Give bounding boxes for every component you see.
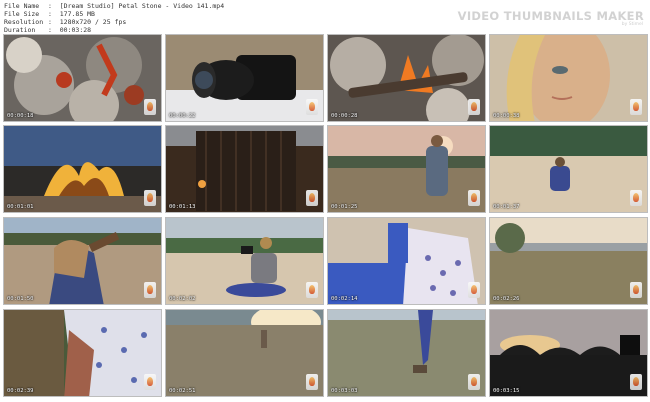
thumbnail-image <box>4 218 161 304</box>
timestamp: 00:02:39 <box>7 388 34 394</box>
channel-logo-icon <box>630 374 642 390</box>
thumbnail-image <box>328 126 485 212</box>
thumbnail: 00:01:13 <box>165 125 324 213</box>
channel-logo-icon <box>630 282 642 298</box>
resolution-row: Resolution: 1280x720 / 25 fps <box>4 18 127 26</box>
timestamp: 00:02:51 <box>169 388 196 394</box>
timestamp: 00:01:25 <box>331 204 358 210</box>
thumbnail: 00:00:22 <box>165 34 324 122</box>
channel-logo-icon <box>144 99 156 115</box>
timestamp: 00:00:18 <box>7 113 34 119</box>
thumbnail: 00:01:50 <box>3 217 162 305</box>
channel-logo-icon <box>468 374 480 390</box>
timestamp: 00:02:26 <box>493 296 520 302</box>
timestamp: 00:01:50 <box>7 296 34 302</box>
file-size-row: File Size: 177.85 MB <box>4 10 95 18</box>
thumbnail: 00:01:37 <box>489 125 648 213</box>
channel-logo-icon <box>306 282 318 298</box>
channel-logo-icon <box>306 99 318 115</box>
thumbnail: 00:02:51 <box>165 309 324 397</box>
timestamp: 00:01:01 <box>7 204 34 210</box>
timestamp: 00:01:13 <box>169 204 196 210</box>
thumbnail: 00:02:39 <box>3 309 162 397</box>
thumbnail: 00:02:02 <box>165 217 324 305</box>
thumbnail: 00:02:26 <box>489 217 648 305</box>
thumbnail-image <box>490 218 647 304</box>
thumbnail: 00:00:18 <box>3 34 162 122</box>
thumbnail-image <box>490 35 647 121</box>
thumbnail: 00:01:25 <box>327 125 486 213</box>
channel-logo-icon <box>144 374 156 390</box>
timestamp: 00:00:28 <box>331 113 358 119</box>
channel-logo-icon <box>144 190 156 206</box>
duration-row: Duration: 00:03:28 <box>4 26 92 34</box>
thumbnail: 00:02:14 <box>327 217 486 305</box>
channel-logo-icon <box>144 282 156 298</box>
channel-logo-icon <box>468 190 480 206</box>
timestamp: 00:02:02 <box>169 296 196 302</box>
thumbnail: 00:00:38 <box>489 34 648 122</box>
watermark-brand-sub: by Stimel <box>621 22 643 27</box>
file-size-value: 177.85 MB <box>59 10 95 18</box>
timestamp: 00:03:15 <box>493 388 520 394</box>
thumbnail-grid: 00:00:18 00:00:22 00:00:28 00:00:38 00:0… <box>3 34 648 402</box>
thumbnail-image <box>166 126 323 212</box>
channel-logo-icon <box>306 374 318 390</box>
thumbnail: 00:01:01 <box>3 125 162 213</box>
thumbnail-image <box>4 35 161 121</box>
channel-logo-icon <box>630 99 642 115</box>
thumbnail-image <box>4 310 161 396</box>
sheet-header: File Name: [Dream Studio] Petal Stone - … <box>0 0 650 34</box>
thumbnail-image <box>328 35 485 121</box>
timestamp: 00:00:22 <box>169 113 196 119</box>
channel-logo-icon <box>468 99 480 115</box>
timestamp: 00:02:14 <box>331 296 358 302</box>
channel-logo-icon <box>306 190 318 206</box>
timestamp: 00:00:38 <box>493 113 520 119</box>
channel-logo-icon <box>468 282 480 298</box>
file-name-value: [Dream Studio] Petal Stone - Video 141.m… <box>59 2 225 10</box>
file-info: File Name: [Dream Studio] Petal Stone - … <box>4 2 224 34</box>
thumbnail: 00:00:28 <box>327 34 486 122</box>
thumbnail: 00:03:15 <box>489 309 648 397</box>
timestamp: 00:01:37 <box>493 204 520 210</box>
thumbnail-image <box>328 218 485 304</box>
resolution-value: 1280x720 / 25 fps <box>59 18 127 26</box>
channel-logo-icon <box>630 190 642 206</box>
thumbnail-image <box>328 310 485 396</box>
thumbnail-image <box>166 310 323 396</box>
thumbnail-image <box>166 35 323 121</box>
file-name-row: File Name: [Dream Studio] Petal Stone - … <box>4 2 225 10</box>
watermark-brand: VIDEO THUMBNAILS MAKER <box>457 9 644 23</box>
thumbnail-image <box>490 310 647 396</box>
thumbnail: 00:03:03 <box>327 309 486 397</box>
duration-value: 00:03:28 <box>59 26 92 34</box>
thumbnail-image <box>4 126 161 212</box>
timestamp: 00:03:03 <box>331 388 358 394</box>
thumbnail-image <box>490 126 647 212</box>
thumbnail-image <box>166 218 323 304</box>
